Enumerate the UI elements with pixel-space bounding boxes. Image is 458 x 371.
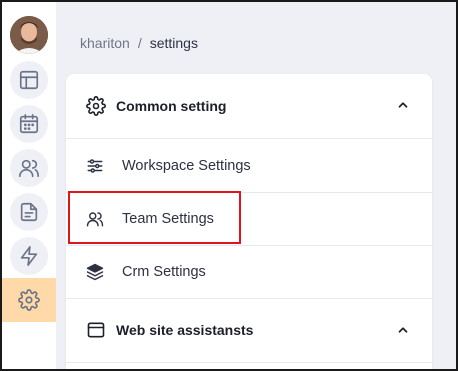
sidebar-item-documents[interactable] (10, 193, 48, 231)
users-icon (19, 159, 39, 178)
settings-panel: Common setting Workspace Settings Team S… (66, 74, 432, 369)
users-icon (86, 212, 104, 227)
menu-item-label: Team Settings (122, 211, 214, 227)
breadcrumb-current: settings (149, 35, 198, 51)
layers-icon (86, 263, 104, 281)
sidebar-item-automation[interactable] (10, 237, 48, 275)
menu-item-team-settings[interactable]: Team Settings (66, 193, 432, 245)
chevron-up-icon[interactable] (396, 98, 410, 112)
sliders-icon (87, 159, 103, 173)
menu-item-label: Workspace Settings (122, 158, 251, 174)
divider (66, 362, 432, 363)
chevron-up-icon[interactable] (396, 323, 410, 337)
lightning-icon (20, 246, 38, 266)
section-common-setting-header[interactable]: Common setting (66, 74, 432, 138)
layout-icon (19, 70, 39, 90)
gear-icon (18, 289, 40, 311)
sidebar-item-dashboard[interactable] (10, 61, 48, 99)
divider (66, 138, 432, 139)
section-title: Common setting (116, 98, 227, 114)
gear-icon (86, 96, 106, 116)
menu-item-label: Crm Settings (122, 264, 206, 280)
sidebar-item-users[interactable] (10, 149, 48, 187)
section-title: Web site assistansts (116, 322, 254, 338)
calendar-icon (19, 114, 39, 134)
menu-item-crm-settings[interactable]: Crm Settings (66, 246, 432, 298)
avatar[interactable] (10, 16, 48, 54)
section-web-site-assistants-header[interactable]: Web site assistansts (66, 299, 432, 361)
sidebar-item-settings[interactable] (2, 278, 56, 322)
sidebar-item-calendar[interactable] (10, 105, 48, 143)
browser-window-icon (87, 322, 105, 338)
breadcrumb-user[interactable]: khariton (80, 35, 130, 51)
sidebar (2, 2, 56, 369)
main-content: khariton / settings Common setting Works… (56, 2, 456, 369)
document-icon (20, 202, 38, 222)
menu-item-workspace-settings[interactable]: Workspace Settings (66, 140, 432, 192)
breadcrumb: khariton / settings (80, 35, 198, 51)
breadcrumb-separator: / (137, 35, 142, 51)
